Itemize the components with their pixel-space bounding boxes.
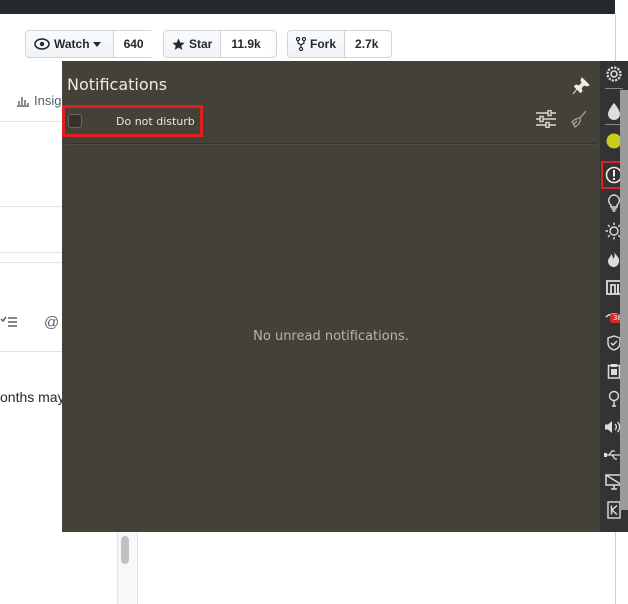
star-count[interactable]: 11.9k	[221, 31, 271, 57]
panel-title: Notifications	[67, 75, 168, 94]
divider	[0, 206, 62, 207]
star-label: Star	[189, 37, 213, 51]
scrollbar-thumb[interactable]	[121, 536, 129, 564]
fork-button[interactable]: Fork 2.7k	[287, 30, 392, 58]
sliders-icon[interactable]	[536, 109, 556, 132]
tab-insights-label: Insig	[34, 93, 62, 108]
divider	[0, 252, 62, 253]
notifications-panel: Notifications Do not disturb No unread n…	[62, 61, 600, 532]
divider	[66, 144, 596, 145]
clear-all-icon[interactable]	[570, 110, 588, 132]
watch-label: Watch	[54, 37, 90, 51]
watch-main[interactable]: Watch	[26, 31, 114, 57]
tray-scrollbar[interactable]	[620, 90, 628, 510]
caret-down-icon	[92, 41, 101, 47]
fork-label: Fork	[310, 37, 337, 51]
mention-icon[interactable]: @	[44, 314, 59, 331]
watch-button[interactable]: Watch 640	[25, 30, 154, 58]
star-button[interactable]: Star 11.9k	[163, 30, 277, 58]
divider	[605, 88, 623, 89]
settings-icon[interactable]	[604, 64, 624, 84]
do-not-disturb-toggle[interactable]: Do not disturb	[62, 105, 203, 137]
scrollbar[interactable]	[117, 532, 138, 604]
do-not-disturb-label: Do not disturb	[116, 114, 195, 128]
tab-insights[interactable]: Insig	[16, 93, 61, 108]
fork-icon	[296, 37, 306, 51]
comment-toolbar-box	[0, 262, 64, 352]
fork-count[interactable]: 2.7k	[345, 31, 389, 57]
comment-toolbar: @	[0, 314, 59, 331]
do-not-disturb-checkbox[interactable]	[68, 114, 82, 128]
task-list-icon[interactable]	[0, 314, 18, 328]
fork-main[interactable]: Fork	[288, 31, 346, 57]
watch-count[interactable]: 640	[113, 31, 154, 57]
divider	[0, 121, 62, 122]
comment-text: onths may	[0, 389, 65, 405]
pin-icon[interactable]	[572, 77, 590, 99]
github-header	[0, 0, 615, 14]
star-icon	[172, 37, 185, 50]
graph-icon	[17, 96, 29, 107]
eye-icon	[34, 38, 50, 50]
empty-state-message: No unread notifications.	[253, 329, 409, 344]
panel-tools	[536, 109, 588, 132]
star-main[interactable]: Star	[164, 31, 222, 57]
